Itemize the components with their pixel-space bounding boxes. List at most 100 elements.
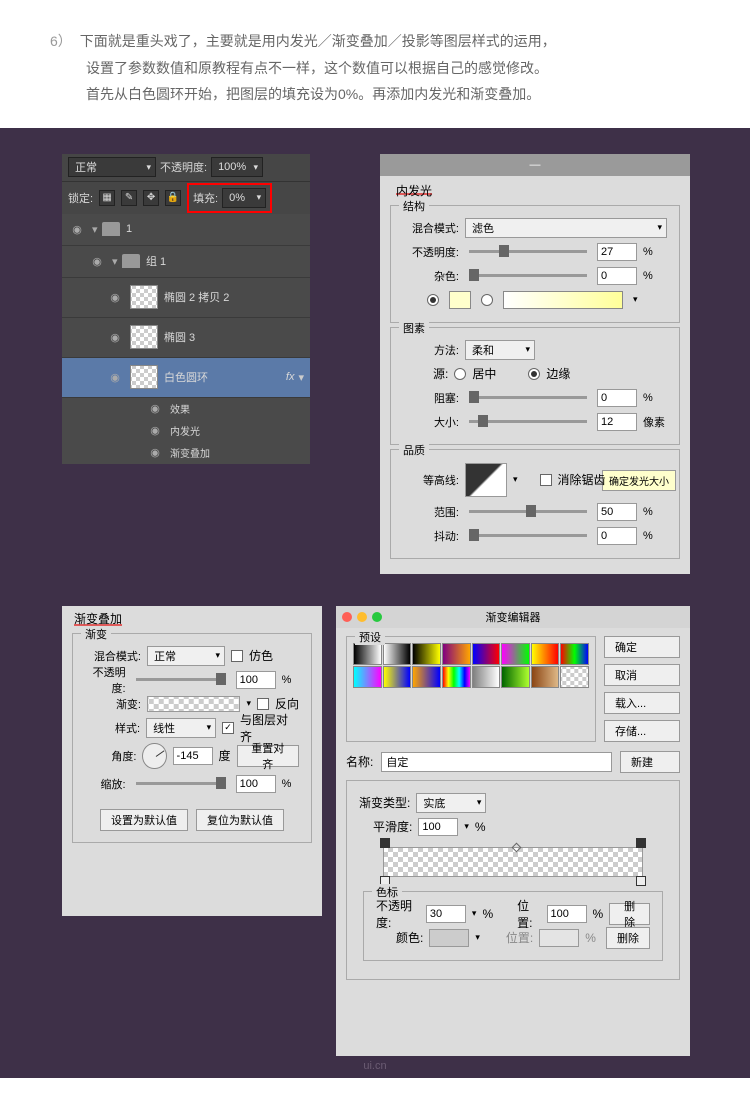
range-input[interactable] [597,503,637,521]
gradient-ramp[interactable] [383,847,643,877]
preset-swatch[interactable] [412,643,441,665]
stop-color-swatch[interactable] [429,929,469,947]
midpoint-icon[interactable] [512,842,522,852]
opacity-input[interactable] [236,671,276,689]
preset-swatch[interactable] [531,666,560,688]
choke-slider[interactable] [469,396,587,399]
preset-swatch[interactable] [472,643,501,665]
close-dot[interactable] [342,612,352,622]
effects-row[interactable]: ◉效果 [62,398,310,420]
save-button[interactable]: 存储... [604,720,680,742]
stop-opacity-input[interactable] [426,905,466,923]
delete-color-stop-button[interactable]: 删除 [606,927,650,949]
opacity-slider[interactable] [136,678,226,681]
reset-default-button[interactable]: 复位为默认值 [196,809,284,831]
dither-checkbox[interactable] [231,650,243,662]
visibility-icon[interactable]: ◉ [68,220,86,238]
preset-swatch[interactable] [353,643,382,665]
layer-folder-1[interactable]: ◉ ▾ 1 [62,214,310,246]
opacity-stop-left[interactable] [380,838,390,848]
effect-gradient-overlay[interactable]: ◉渐变叠加 [62,442,310,464]
visibility-icon[interactable]: ◉ [106,368,124,386]
visibility-icon[interactable]: ◉ [106,288,124,306]
ok-button[interactable]: 确定 [604,636,680,658]
visibility-icon[interactable]: ◉ [106,328,124,346]
blend-mode-select[interactable]: 滤色 [465,218,667,238]
contour-picker[interactable] [465,463,507,497]
gradient-overlay-panel: 渐变叠加 渐变 混合模式:正常仿色 不透明度:% 渐变:▾反向 样式:线性与图层… [62,606,322,916]
layer-ellipse2copy2[interactable]: ◉ 椭圆 2 拷贝 2 [62,278,310,318]
lock-transparency-icon[interactable]: ▦ [99,190,115,206]
angle-dial[interactable] [142,743,166,769]
lock-brush-icon[interactable]: ✎ [121,190,137,206]
preset-swatch[interactable] [353,666,382,688]
opacity-slider[interactable] [469,250,587,253]
color-radio[interactable] [427,294,439,306]
gradient-bar[interactable] [147,696,240,712]
layer-ellipse3[interactable]: ◉ 椭圆 3 [62,318,310,358]
jitter-input[interactable] [597,527,637,545]
preset-grid [353,643,589,688]
blend-mode-select[interactable]: 正常 [147,646,225,666]
noise-input[interactable] [597,267,637,285]
glow-gradient-swatch[interactable] [503,291,623,309]
max-dot[interactable] [372,612,382,622]
lock-all-icon[interactable]: 🔒 [165,190,181,206]
fill-select[interactable]: 0% [222,188,266,208]
center-radio[interactable] [454,368,466,380]
gradient-type-select[interactable]: 实底 [416,793,486,813]
preset-swatch[interactable] [531,643,560,665]
reverse-checkbox[interactable] [257,698,269,710]
delete-opacity-stop-button[interactable]: 删除 [609,903,650,925]
layer-thumbnail [130,285,158,309]
preset-swatch[interactable] [383,666,412,688]
noise-slider[interactable] [469,274,587,277]
jitter-slider[interactable] [469,534,587,537]
quality-fieldset: 品质 等高线:▾消除锯齿 范围:% 抖动:% [390,449,680,559]
opacity-select[interactable]: 100% [211,157,263,177]
edge-radio[interactable] [528,368,540,380]
preset-swatch[interactable] [560,666,589,688]
color-stop-right[interactable] [636,876,646,886]
smooth-input[interactable] [418,818,458,836]
method-select[interactable]: 柔和 [465,340,535,360]
range-slider[interactable] [469,510,587,513]
cancel-button[interactable]: 取消 [604,664,680,686]
gradient-radio[interactable] [481,294,493,306]
align-checkbox[interactable] [222,722,234,734]
scale-input[interactable] [236,775,276,793]
scale-slider[interactable] [136,782,226,785]
load-button[interactable]: 载入... [604,692,680,714]
layer-thumbnail [130,365,158,389]
size-slider[interactable] [469,420,587,423]
new-button[interactable]: 新建 [620,751,680,773]
min-dot[interactable] [357,612,367,622]
reset-align-button[interactable]: 重置对齐 [237,745,299,767]
angle-input[interactable] [173,747,213,765]
stops-fieldset: 色标 不透明度:▾%位置:%删除 颜色:▾位置:%删除 [363,891,663,961]
gradient-name-input[interactable] [381,752,612,772]
opacity-input[interactable] [597,243,637,261]
preset-swatch[interactable] [472,666,501,688]
lock-move-icon[interactable]: ✥ [143,190,159,206]
effect-inner-glow[interactable]: ◉内发光 [62,420,310,442]
style-select[interactable]: 线性 [146,718,216,738]
preset-swatch[interactable] [442,666,471,688]
layer-white-ring[interactable]: ◉ 白色圆环 fx ▾ [62,358,310,398]
preset-swatch[interactable] [560,643,589,665]
size-input[interactable] [597,413,637,431]
preset-swatch[interactable] [383,643,412,665]
antialias-checkbox[interactable] [540,474,552,486]
preset-swatch[interactable] [501,666,530,688]
choke-input[interactable] [597,389,637,407]
stop-location-input[interactable] [547,905,587,923]
preset-swatch[interactable] [501,643,530,665]
preset-swatch[interactable] [412,666,441,688]
set-default-button[interactable]: 设置为默认值 [100,809,188,831]
blend-mode-select[interactable]: 正常 [68,157,156,177]
opacity-stop-right[interactable] [636,838,646,848]
layer-folder-group1[interactable]: ◉ ▾ 组 1 [62,246,310,278]
visibility-icon[interactable]: ◉ [88,252,106,270]
preset-swatch[interactable] [442,643,471,665]
glow-color-swatch[interactable] [449,291,471,309]
